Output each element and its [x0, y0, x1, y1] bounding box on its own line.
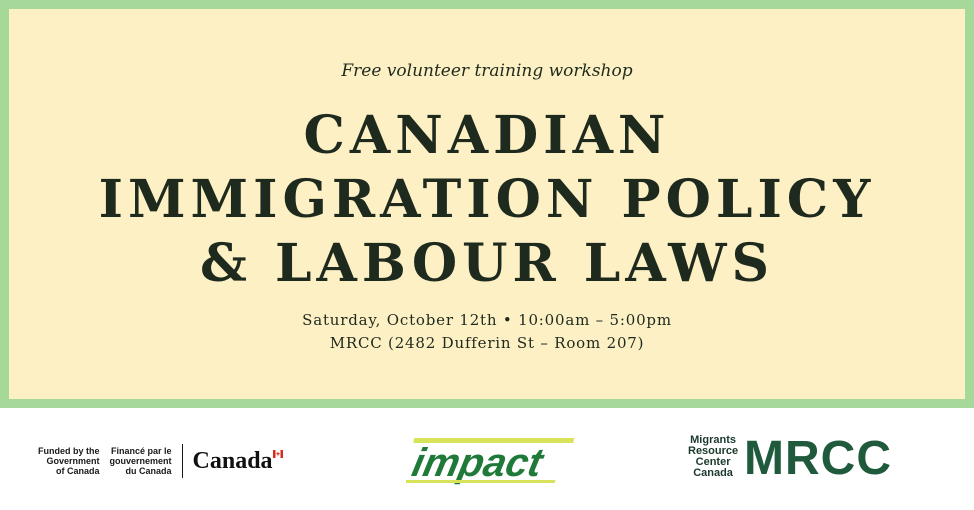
event-title-line-3: & LABOUR LAWS — [199, 233, 775, 294]
mrcc-acronym-logo: MRCC — [744, 432, 892, 482]
event-banner: Free volunteer training workshop CANADIA… — [0, 0, 974, 408]
canada-wordmark: Canada — [193, 448, 283, 475]
event-date-time: Saturday, October 12th • 10:00am – 5:00p… — [302, 311, 672, 329]
event-title-line-1: CANADIAN — [303, 105, 671, 166]
mrcc-logo: Migrants Resource Center Canada MRCC — [688, 432, 918, 482]
gov-english-text: Funded by the Government of Canada — [38, 446, 100, 476]
gov-french-text: Financé par le gouvernement du Canada — [109, 446, 172, 476]
mrcc-full-name: Migrants Resource Center Canada — [688, 434, 739, 479]
sponsor-footer: Funded by the Government of Canada Finan… — [0, 408, 974, 510]
svg-text:impact: impact — [408, 439, 548, 484]
impact-logo: impact — [406, 438, 575, 485]
event-location: MRCC (2482 Dufferin St – Room 207) — [329, 334, 645, 352]
event-title-line-2: IMMIGRATION POLICY — [98, 169, 876, 230]
government-of-canada-logo: Funded by the Government of Canada Finan… — [38, 438, 283, 484]
svg-text:MRCC: MRCC — [744, 432, 892, 482]
event-subtitle: Free volunteer training workshop — [341, 61, 633, 81]
canada-flag-icon — [272, 449, 283, 458]
gov-divider — [181, 444, 183, 478]
